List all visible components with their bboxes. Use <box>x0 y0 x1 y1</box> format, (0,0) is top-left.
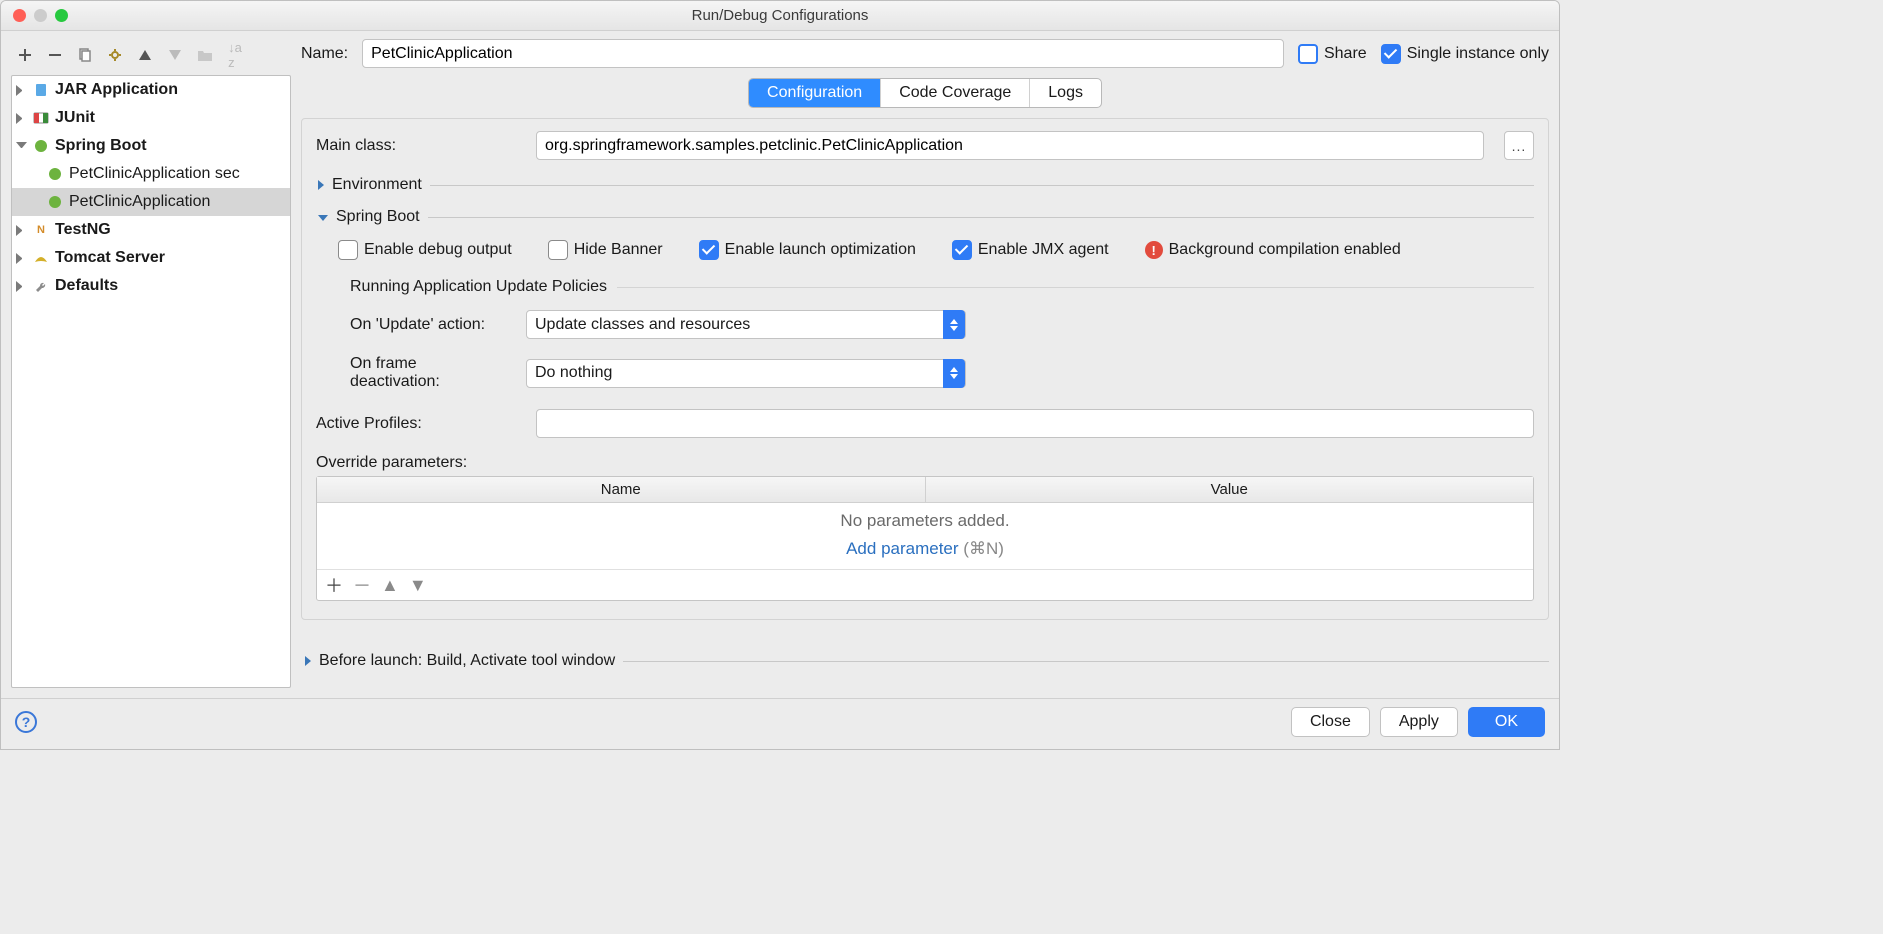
launch-optimization-checkbox[interactable]: Enable launch optimization <box>699 240 916 260</box>
hide-banner-checkbox[interactable]: Hide Banner <box>548 240 663 260</box>
override-params-table: Name Value No parameters added. Add para… <box>316 476 1534 601</box>
no-params-label: No parameters added. <box>317 503 1533 535</box>
titlebar: Run/Debug Configurations <box>1 1 1559 31</box>
move-row-down-button: ▼ <box>409 575 427 596</box>
warning-icon: ! <box>1145 241 1163 259</box>
col-value: Value <box>926 477 1534 502</box>
spring-boot-section[interactable]: Spring Boot <box>316 208 1534 226</box>
add-parameter-shortcut: (⌘N) <box>963 539 1004 558</box>
chevron-right-icon <box>16 281 27 292</box>
sidebar: ↓az JAR Application JUnit Spring Boot <box>11 39 291 688</box>
enable-debug-checkbox[interactable]: Enable debug output <box>338 240 512 260</box>
checkbox-icon <box>1381 44 1401 64</box>
tabs: Configuration Code Coverage Logs <box>748 78 1102 108</box>
close-window-icon[interactable] <box>13 9 26 22</box>
share-checkbox[interactable]: Share <box>1298 44 1367 64</box>
active-profiles-input[interactable] <box>536 409 1534 438</box>
tree-spring-boot[interactable]: Spring Boot <box>12 132 290 160</box>
dropdown-icon <box>943 310 965 339</box>
remove-config-button[interactable] <box>43 43 67 67</box>
update-policies-header: Running Application Update Policies <box>316 278 1534 296</box>
run-debug-dialog: Run/Debug Configurations ↓az JAR Applica… <box>0 0 1560 750</box>
checkbox-icon <box>338 240 358 260</box>
move-row-up-button: ▲ <box>381 575 399 596</box>
chevron-right-icon <box>16 85 27 96</box>
chevron-down-icon <box>16 142 27 153</box>
chevron-right-icon <box>305 656 311 666</box>
window-title: Run/Debug Configurations <box>1 7 1559 24</box>
main-class-label: Main class: <box>316 137 516 155</box>
checkbox-icon <box>1298 44 1318 64</box>
single-instance-checkbox[interactable]: Single instance only <box>1381 44 1549 64</box>
help-button[interactable]: ? <box>15 711 37 733</box>
on-frame-select[interactable]: Do nothing <box>526 359 966 388</box>
tree-petclinic[interactable]: PetClinicApplication <box>12 188 290 216</box>
tree-petclinic-sec[interactable]: PetClinicApplication sec <box>12 160 290 188</box>
checkbox-icon <box>699 240 719 260</box>
checkbox-icon <box>548 240 568 260</box>
dropdown-icon <box>943 359 965 388</box>
name-input[interactable] <box>362 39 1284 68</box>
maximize-window-icon[interactable] <box>55 9 68 22</box>
col-name: Name <box>317 477 926 502</box>
name-label: Name: <box>301 45 348 63</box>
wrench-icon <box>32 277 50 295</box>
tree-jar-application[interactable]: JAR Application <box>12 76 290 104</box>
override-params-label: Override parameters: <box>316 454 1534 472</box>
tab-code-coverage[interactable]: Code Coverage <box>881 79 1030 107</box>
on-update-select[interactable]: Update classes and resources <box>526 310 966 339</box>
jar-icon <box>32 81 50 99</box>
tree-defaults[interactable]: Defaults <box>12 272 290 300</box>
configuration-panel: Main class: ... Environment Spring Boot <box>301 118 1549 620</box>
active-profiles-label: Active Profiles: <box>316 415 516 433</box>
spring-boot-icon <box>46 193 64 211</box>
copy-config-button[interactable] <box>73 43 97 67</box>
chevron-down-icon <box>318 215 328 221</box>
folder-button[interactable] <box>193 43 217 67</box>
add-parameter-link[interactable]: Add parameter <box>846 539 958 558</box>
before-launch-section[interactable]: Before launch: Build, Activate tool wind… <box>303 652 1549 670</box>
browse-main-class-button[interactable]: ... <box>1504 131 1534 160</box>
chevron-right-icon <box>16 113 27 124</box>
sort-button[interactable]: ↓az <box>223 43 247 67</box>
junit-icon <box>32 109 50 127</box>
tab-configuration[interactable]: Configuration <box>749 79 881 107</box>
config-tree[interactable]: JAR Application JUnit Spring Boot PetCli… <box>11 75 291 688</box>
checkbox-icon <box>952 240 972 260</box>
add-row-button[interactable]: ＋ <box>325 572 343 598</box>
tree-junit[interactable]: JUnit <box>12 104 290 132</box>
on-update-label: On 'Update' action: <box>316 316 506 334</box>
enable-jmx-checkbox[interactable]: Enable JMX agent <box>952 240 1109 260</box>
on-frame-label: On frame deactivation: <box>316 355 506 391</box>
close-button[interactable]: Close <box>1291 707 1370 737</box>
chevron-right-icon <box>318 180 324 190</box>
minimize-window-icon <box>34 9 47 22</box>
sidebar-toolbar: ↓az <box>11 39 291 75</box>
ok-button[interactable]: OK <box>1468 707 1545 737</box>
add-config-button[interactable] <box>13 43 37 67</box>
environment-section[interactable]: Environment <box>316 176 1534 194</box>
chevron-right-icon <box>16 225 27 236</box>
move-down-button[interactable] <box>163 43 187 67</box>
remove-row-button: － <box>353 572 371 598</box>
testng-icon: N <box>32 221 50 239</box>
add-param-row: Add parameter (⌘N) <box>317 535 1533 569</box>
main-class-input[interactable] <box>536 131 1484 160</box>
dialog-footer: ? Close Apply OK <box>1 698 1559 749</box>
traffic-lights <box>1 9 68 22</box>
apply-button[interactable]: Apply <box>1380 707 1458 737</box>
tomcat-icon <box>32 249 50 267</box>
move-up-button[interactable] <box>133 43 157 67</box>
edit-defaults-button[interactable] <box>103 43 127 67</box>
tab-logs[interactable]: Logs <box>1030 79 1101 107</box>
chevron-right-icon <box>16 253 27 264</box>
spring-boot-icon <box>46 165 64 183</box>
tree-tomcat[interactable]: Tomcat Server <box>12 244 290 272</box>
tree-testng[interactable]: N TestNG <box>12 216 290 244</box>
spring-boot-icon <box>32 137 50 155</box>
main-panel: Name: Share Single instance only Configu… <box>301 39 1549 688</box>
bg-compilation-warning: ! Background compilation enabled <box>1145 241 1401 259</box>
